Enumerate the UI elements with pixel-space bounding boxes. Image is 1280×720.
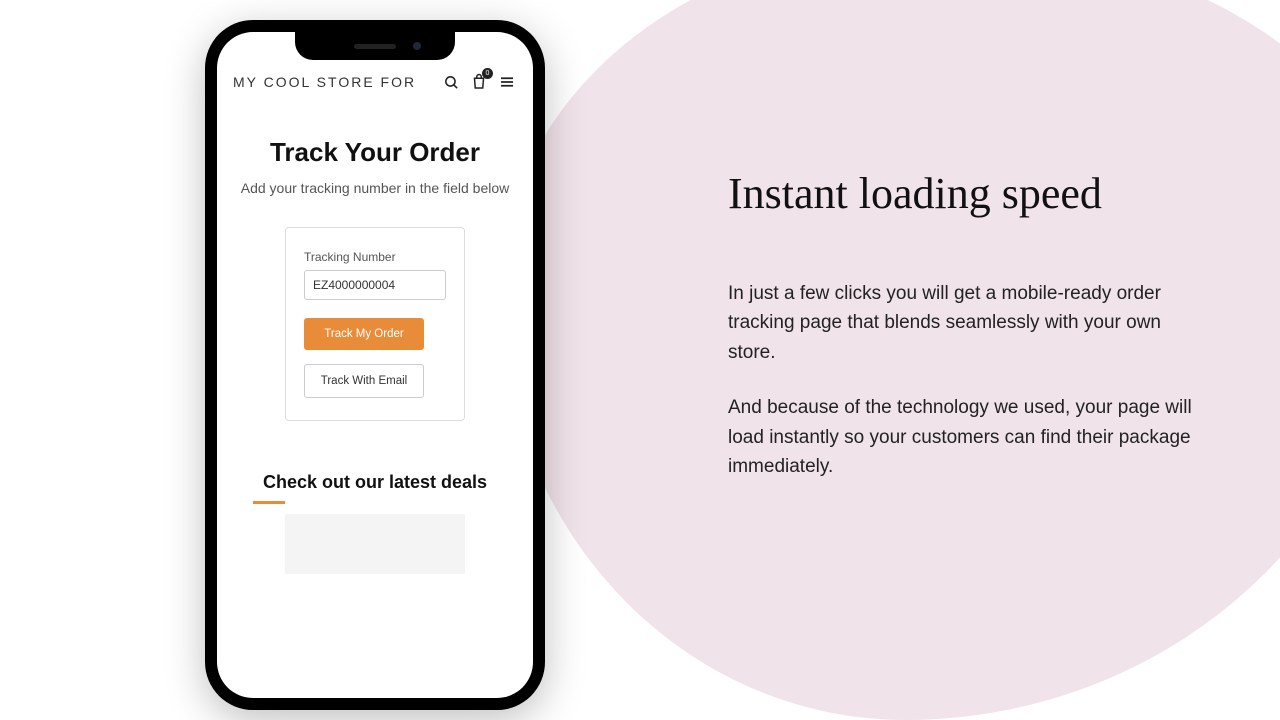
deals-section: Check out our latest deals (217, 471, 533, 575)
cart-badge: 0 (482, 68, 493, 79)
phone-screen: MY COOL STORE FOR 0 Track Your Order Add… (217, 32, 533, 698)
body-paragraph-1: In just a few clicks you will get a mobi… (728, 279, 1198, 367)
marketing-copy: Instant loading speed In just a few clic… (728, 168, 1228, 482)
deal-card-placeholder (285, 514, 465, 574)
phone-notch (295, 32, 455, 60)
search-icon[interactable] (441, 72, 461, 92)
track-with-email-button[interactable]: Track With Email (304, 364, 424, 398)
deals-title: Check out our latest deals (247, 471, 503, 494)
tracking-card: Tracking Number Track My Order Track Wit… (285, 227, 465, 421)
track-title: Track Your Order (237, 138, 513, 168)
tracking-number-label: Tracking Number (304, 250, 446, 264)
body-text: In just a few clicks you will get a mobi… (728, 279, 1198, 482)
phone-mockup: MY COOL STORE FOR 0 Track Your Order Add… (205, 20, 545, 710)
track-subtitle: Add your tracking number in the field be… (237, 178, 513, 199)
track-my-order-button[interactable]: Track My Order (304, 318, 424, 350)
store-name: MY COOL STORE FOR (233, 74, 433, 90)
cart-icon[interactable]: 0 (469, 72, 489, 92)
headline: Instant loading speed (728, 168, 1228, 219)
menu-icon[interactable] (497, 72, 517, 92)
track-order-section: Track Your Order Add your tracking numbe… (217, 98, 533, 421)
deals-underline (253, 501, 285, 504)
tracking-number-input[interactable] (304, 270, 446, 300)
body-paragraph-2: And because of the technology we used, y… (728, 393, 1198, 481)
